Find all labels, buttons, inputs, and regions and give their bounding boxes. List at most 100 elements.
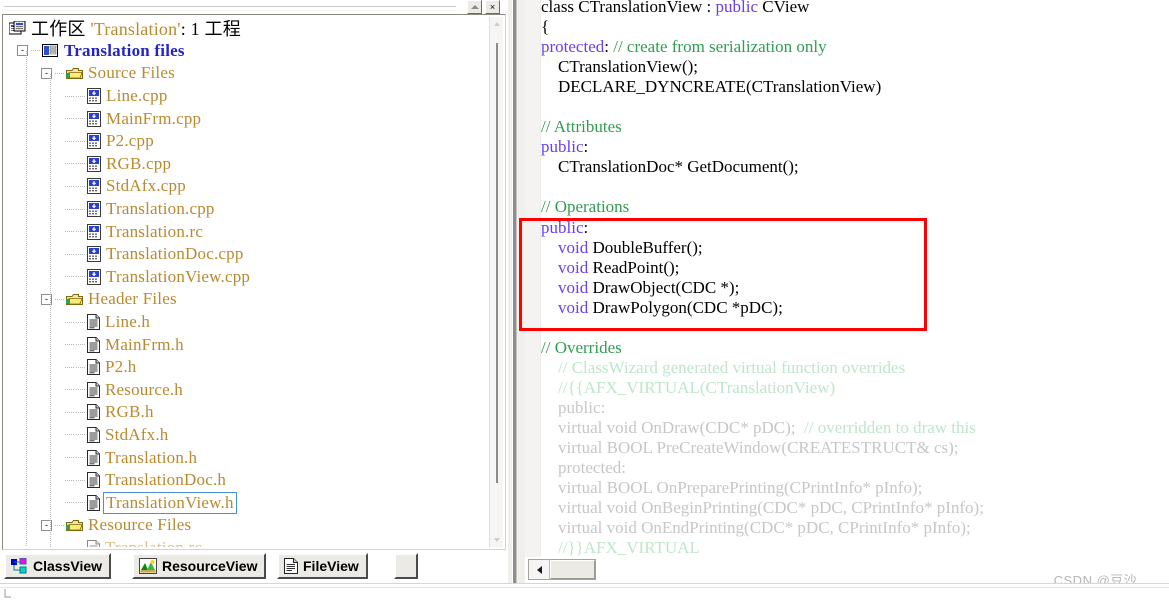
tree-guide xyxy=(76,163,86,165)
code-line[interactable]: virtual void OnDraw(CDC* pDC); // overri… xyxy=(541,418,1169,438)
code-line[interactable]: public: xyxy=(541,398,1169,418)
workspace-icon xyxy=(9,20,26,36)
code-line[interactable]: DECLARE_DYNCREATE(CTranslationView) xyxy=(541,77,1169,97)
code-line[interactable] xyxy=(541,97,1169,117)
code-line[interactable]: public: xyxy=(541,137,1169,157)
tree-row-file[interactable]: RGB.h xyxy=(5,401,487,424)
tree-row-file[interactable]: Line.cpp xyxy=(5,85,487,108)
code-line[interactable]: void DoubleBuffer(); xyxy=(541,238,1169,258)
code-line[interactable]: virtual BOOL OnPreparePrinting(CPrintInf… xyxy=(541,478,1169,498)
code-line[interactable] xyxy=(541,177,1169,197)
restore-button[interactable] xyxy=(467,0,482,14)
tree-vertical-scrollbar[interactable] xyxy=(489,17,503,547)
tree-guide xyxy=(65,321,75,323)
tree-row-file[interactable]: MainFrm.h xyxy=(5,333,487,356)
tree-row-file[interactable]: TranslationDoc.cpp xyxy=(5,243,487,266)
code-line[interactable]: //{{AFX_VIRTUAL(CTranslationView) xyxy=(541,378,1169,398)
tree-row-file[interactable]: MainFrm.cpp xyxy=(5,107,487,130)
code-line[interactable]: protected: // create from serialization … xyxy=(541,37,1169,57)
hscroll-track[interactable] xyxy=(528,559,596,580)
code-line[interactable]: // ClassWizard generated virtual functio… xyxy=(541,358,1169,378)
code-token: public xyxy=(541,217,584,237)
code-token: DoubleBuffer(); xyxy=(588,237,703,257)
tree-guide xyxy=(76,118,86,120)
cpp-file-icon xyxy=(87,268,101,285)
tree-row-file-clipped[interactable]: Translation.rc xyxy=(5,537,487,547)
code-text[interactable]: class CTranslationView : public CView{pr… xyxy=(541,0,1169,557)
tree-guide xyxy=(76,253,86,255)
code-line[interactable]: void DrawPolygon(CDC *pDC); xyxy=(541,298,1169,318)
code-line[interactable]: CTranslationDoc* GetDocument(); xyxy=(541,157,1169,177)
tree-guide xyxy=(65,95,75,97)
tab-label: FileView xyxy=(303,558,359,574)
code-line[interactable]: //}}AFX_VIRTUAL xyxy=(541,538,1169,557)
tree-row-file[interactable]: TranslationView.cpp xyxy=(5,266,487,289)
tree-row-folder[interactable]: - Resource Files xyxy=(5,514,487,537)
code-line[interactable]: // Operations xyxy=(541,197,1169,217)
tree-row-folder[interactable]: - Source Files xyxy=(5,62,487,85)
tree-guide xyxy=(65,457,75,459)
code-editor[interactable]: class CTranslationView : public CView{pr… xyxy=(525,0,1169,557)
close-button[interactable]: × xyxy=(485,0,500,14)
tree-row-file[interactable]: Line.h xyxy=(5,311,487,334)
workspace-tree[interactable]: 工作区 'Translation': 1 工程 - Translation file… xyxy=(5,17,487,547)
tab-fileview[interactable]: FileView xyxy=(277,553,368,579)
code-line[interactable]: protected: xyxy=(541,458,1169,478)
code-line[interactable]: { xyxy=(541,17,1169,37)
code-token: class xyxy=(541,0,579,16)
tab-overflow[interactable] xyxy=(394,553,418,579)
pane-splitter[interactable] xyxy=(508,0,525,583)
tree-row-file[interactable]: P2.h xyxy=(5,356,487,379)
cpp-file-icon xyxy=(87,223,101,240)
tree-row-file[interactable]: TranslationView.h xyxy=(5,491,487,514)
tree-row-file[interactable]: StdAfx.h xyxy=(5,424,487,447)
tree-row-file[interactable]: Translation.cpp xyxy=(5,198,487,221)
splitter-bar[interactable] xyxy=(512,0,517,583)
code-line[interactable]: // Attributes xyxy=(541,117,1169,137)
code-line[interactable]: public: xyxy=(541,218,1169,238)
code-line[interactable]: CTranslationView(); xyxy=(541,57,1169,77)
scroll-thumb[interactable] xyxy=(496,43,498,483)
code-line[interactable]: virtual void OnBeginPrinting(CDC* pDC, C… xyxy=(541,498,1169,518)
code-line[interactable] xyxy=(541,318,1169,338)
tab-resourceview[interactable]: ResourceView xyxy=(132,553,267,579)
tree-row-folder[interactable]: - Header Files xyxy=(5,288,487,311)
tree-row-project[interactable]: - Translation files xyxy=(5,40,487,63)
hscroll-thumb[interactable] xyxy=(550,560,595,579)
tree-row-file[interactable]: Resource.h xyxy=(5,379,487,402)
code-line[interactable]: // Overrides xyxy=(541,338,1169,358)
code-token: public xyxy=(541,137,584,157)
code-line[interactable]: void ReadPoint(); xyxy=(541,258,1169,278)
code-token: void xyxy=(558,237,589,257)
code-token: : xyxy=(583,217,589,237)
scroll-up-icon[interactable] xyxy=(492,19,502,29)
scroll-down-icon[interactable] xyxy=(492,535,502,545)
folder-label: Resource Files xyxy=(88,515,192,535)
tree-row-file[interactable]: Translation.h xyxy=(5,446,487,469)
scroll-left-icon[interactable] xyxy=(529,560,550,579)
status-resize-icon xyxy=(4,589,11,598)
code-line[interactable]: void DrawObject(CDC *); xyxy=(541,278,1169,298)
project-icon xyxy=(42,43,59,58)
code-line[interactable]: class CTranslationView : public CView xyxy=(541,0,1169,17)
code-line[interactable]: virtual void OnEndPrinting(CDC* pDC, CPr… xyxy=(541,518,1169,538)
tree-row-file[interactable]: Translation.rc xyxy=(5,220,487,243)
tree-row-file[interactable]: TranslationDoc.h xyxy=(5,469,487,492)
file-label: P2.cpp xyxy=(106,131,154,151)
tree-row-file[interactable]: StdAfx.cpp xyxy=(5,175,487,198)
tree-guide xyxy=(76,276,86,278)
tree-guide xyxy=(76,321,86,323)
code-line[interactable]: virtual BOOL PreCreateWindow(CREATESTRUC… xyxy=(541,438,1169,458)
tree-row-workspace-root[interactable]: 工作区 'Translation': 1 工程 xyxy=(5,17,487,40)
tab-classview[interactable]: ClassView xyxy=(4,553,112,579)
tree-guide xyxy=(65,231,75,233)
tree-row-file[interactable]: RGB.cpp xyxy=(5,153,487,176)
tree-row-file[interactable]: P2.cpp xyxy=(5,130,487,153)
tree-guide xyxy=(65,479,75,481)
status-bar xyxy=(0,583,1169,600)
